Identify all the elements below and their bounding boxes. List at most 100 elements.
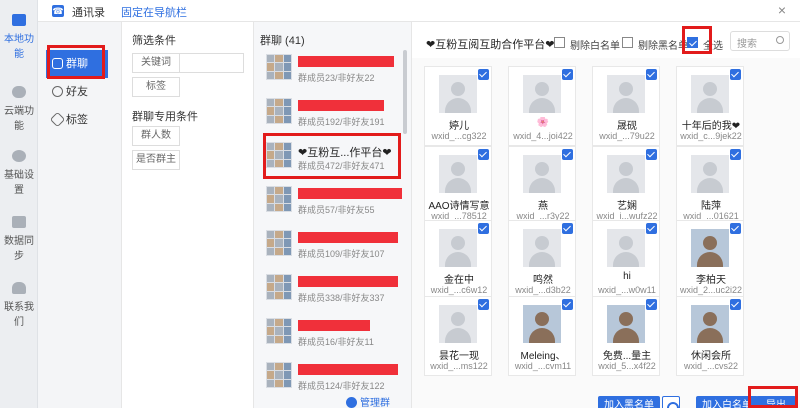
member-checkbox[interactable] (562, 69, 573, 80)
add-to-whitelist-button[interactable]: 加入白名单 (696, 396, 758, 408)
add-to-blacklist-button[interactable]: 加入黑名单 (598, 396, 660, 408)
manage-groups-link[interactable]: 管理群 (346, 394, 390, 408)
remove-blacklist-label: 剔除黑名单 (638, 41, 688, 52)
member-avatar (691, 155, 729, 193)
member-card[interactable]: 免费...量主 wxid_5...x4f22 (592, 296, 660, 376)
member-card[interactable]: 🌸 wxid_4...joi422 (508, 66, 576, 146)
selected-group-title: ❤互粉互阅互助合作平台❤ (426, 39, 555, 51)
close-icon[interactable]: × (778, 2, 786, 18)
remove-blacklist-checkbox[interactable] (622, 37, 633, 48)
group-row[interactable]: 群成员338/非好友337 (262, 270, 402, 312)
member-card[interactable]: 晟砚 wxid_...79u22 (592, 66, 660, 146)
group-name-redacted (298, 100, 384, 111)
group-row[interactable]: 群成员57/非好友55 (262, 182, 402, 224)
member-toolbar: ❤互粉互阅互助合作平台❤ 剔除白名单 剔除黑名单 全选 搜索 (412, 22, 800, 58)
member-card[interactable]: hi wxid_...w0w11 (592, 220, 660, 300)
rail-item-local[interactable]: 本地功能 (0, 14, 38, 60)
group-list-scrollbar[interactable] (403, 50, 407, 134)
member-card[interactable]: 艺娴 wxid_i...wufz22 (592, 146, 660, 226)
member-name: Meleing、 (520, 351, 566, 362)
member-wxid: wxid_5...x4f22 (598, 361, 656, 371)
member-checkbox[interactable] (562, 223, 573, 234)
group-row[interactable]: 群成员192/非好友191 (262, 94, 402, 136)
member-wxid: wxid_...w0w11 (598, 285, 656, 295)
member-checkbox[interactable] (562, 299, 573, 310)
member-avatar (439, 75, 477, 113)
member-checkbox[interactable] (478, 149, 489, 160)
member-checkbox[interactable] (646, 149, 657, 160)
remove-whitelist-checkbox[interactable] (554, 37, 565, 48)
group-avatar (266, 230, 292, 256)
group-member-count: 群成员57/非好友55 (298, 205, 375, 215)
member-checkbox[interactable] (478, 223, 489, 234)
member-card[interactable]: 金在中 wxid_...c6w12 (424, 220, 492, 300)
member-card[interactable]: 李柏天 wxid_2...uc2i22 (676, 220, 744, 300)
member-checkbox[interactable] (646, 299, 657, 310)
group-member-count: 群成员472/非好友471 (298, 161, 385, 171)
select-all-checkbox[interactable] (687, 37, 698, 48)
member-wxid: wxid_...d3b22 (515, 285, 571, 295)
pin-to-nav-link[interactable]: 固定在导航栏 (121, 4, 187, 20)
group-name-redacted (298, 188, 402, 199)
member-checkbox[interactable] (730, 149, 741, 160)
member-card[interactable]: 陆萍 wxid_...01621 (676, 146, 744, 226)
member-card[interactable]: AAO诗情写意 wxid_...78512 (424, 146, 492, 226)
group-row[interactable]: 群成员109/非好友107 (262, 226, 402, 268)
member-card[interactable]: 昙花一现 wxid_...ms122 (424, 296, 492, 376)
filter-panel: 筛选条件 关键词 标签 群聊专用条件 群人数 是否群主 (122, 22, 254, 408)
member-checkbox[interactable] (478, 69, 489, 80)
member-checkbox[interactable] (730, 69, 741, 80)
nav-item-tags[interactable]: 标签 (46, 106, 108, 134)
group-avatar (266, 54, 292, 80)
rail-item-settings[interactable]: 基础设置 (0, 150, 38, 196)
member-avatar (523, 229, 561, 267)
member-wxid: wxid_...79u22 (599, 131, 655, 141)
group-member-count: 群成员192/非好友191 (298, 117, 385, 127)
is-owner-filter-button[interactable]: 是否群主 (132, 150, 180, 170)
group-count-header: 群聊 (41) (260, 35, 305, 47)
member-checkbox[interactable] (646, 223, 657, 234)
member-checkbox[interactable] (478, 299, 489, 310)
member-card[interactable]: 燕 wxid_...r3y22 (508, 146, 576, 226)
member-card[interactable]: 鸣然 wxid_...d3b22 (508, 220, 576, 300)
keyword-filter-button[interactable]: 关键词 (132, 53, 180, 73)
group-avatar (266, 274, 292, 300)
member-checkbox[interactable] (562, 149, 573, 160)
contacts-icon: ☎ (52, 5, 64, 17)
group-icon (52, 58, 63, 69)
manage-icon (346, 397, 357, 408)
rail-item-sync[interactable]: 数据同步 (0, 216, 38, 262)
rail-item-contact[interactable]: 联系我们 (0, 282, 38, 328)
member-wxid: wxid_...cvm11 (514, 361, 572, 371)
member-checkbox[interactable] (646, 69, 657, 80)
member-search-input[interactable]: 搜索 (730, 31, 790, 51)
export-button[interactable]: 导出 (756, 396, 796, 408)
group-name-redacted (298, 364, 398, 375)
member-card[interactable]: 婷儿 wxid_...cg322 (424, 66, 492, 146)
nav-item-friends[interactable]: 好友 (46, 78, 108, 106)
member-card[interactable]: 十年后的我❤ wxid_c...9jek22 (676, 66, 744, 146)
member-avatar (523, 75, 561, 113)
member-checkbox[interactable] (730, 299, 741, 310)
member-card[interactable]: 休闲会所 wxid_...cvs22 (676, 296, 744, 376)
group-row[interactable]: 群成员23/非好友22 (262, 50, 402, 92)
left-rail: 本地功能 云端功能 基础设置 数据同步 联系我们 (0, 0, 38, 408)
group-avatar (266, 186, 292, 212)
group-name-redacted (298, 320, 370, 331)
member-name: 艺娴 (617, 201, 637, 212)
member-checkbox[interactable] (730, 223, 741, 234)
group-filter-title: 群聊专用条件 (132, 111, 198, 123)
member-panel: ❤互粉互阅互助合作平台❤ 剔除白名单 剔除黑名单 全选 搜索 婷儿 wxid_..… (412, 22, 800, 408)
group-row[interactable]: 群成员16/非好友11 (262, 314, 402, 356)
settings-gear-icon[interactable] (662, 396, 680, 408)
member-count-filter-button[interactable]: 群人数 (132, 126, 180, 146)
rail-item-cloud[interactable]: 云端功能 (0, 86, 38, 132)
keyword-filter-input[interactable] (180, 53, 244, 73)
group-row-selected[interactable]: ❤互粉互...作平台❤ 群成员472/非好友471 (262, 138, 402, 180)
member-card[interactable]: Meleing、 wxid_...cvm11 (508, 296, 576, 376)
tag-filter-button[interactable]: 标签 (132, 77, 180, 97)
member-avatar (439, 229, 477, 267)
member-avatar (607, 305, 645, 343)
group-avatar (266, 142, 292, 168)
nav-item-groups[interactable]: 群聊 (46, 50, 108, 78)
